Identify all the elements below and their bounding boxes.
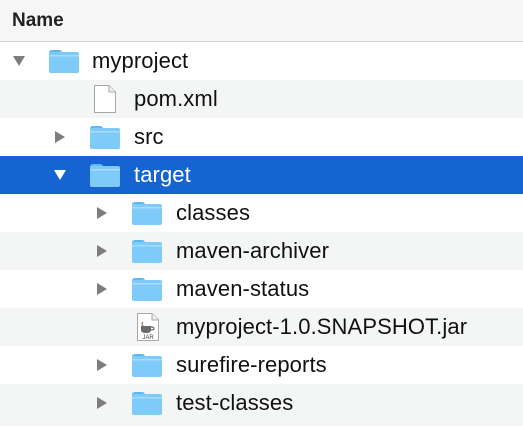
disclosure-triangle-expanded-icon[interactable] (12, 54, 26, 68)
tree-row-label: pom.xml (134, 86, 218, 111)
tree-row-label: surefire-reports (176, 352, 327, 377)
disclosure-triangle-collapsed-icon[interactable] (95, 282, 109, 296)
folder-icon (48, 48, 80, 80)
folder-icon (131, 238, 163, 270)
disclosure-triangle-collapsed-icon[interactable] (95, 206, 109, 220)
tree-row-label: myproject (92, 48, 189, 73)
disclosure-triangle-collapsed-icon[interactable] (95, 396, 109, 410)
tree-row-maven-status[interactable]: maven-status (0, 270, 523, 308)
tree-row-pom-xml[interactable]: pom.xml (0, 80, 523, 118)
bottom-edge (0, 422, 523, 426)
disclosure-triangle-collapsed-icon[interactable] (95, 358, 109, 372)
folder-icon (131, 276, 163, 308)
tree-row-label: target (134, 162, 191, 187)
tree-row-label: myproject-1.0.SNAPSHOT.jar (176, 314, 468, 339)
tree-row-label: classes (176, 200, 251, 225)
tree-row-target[interactable]: target (0, 156, 523, 194)
folder-icon (131, 200, 163, 232)
disclosure-triangle-collapsed-icon[interactable] (95, 244, 109, 258)
tree-row-src[interactable]: src (0, 118, 523, 156)
tree-row-classes[interactable]: classes (0, 194, 523, 232)
file-tree: myproject pom.xml src target classes mav… (0, 42, 523, 426)
svg-text:JAR: JAR (142, 335, 154, 341)
folder-icon (89, 124, 121, 156)
tree-row-jar-file[interactable]: JAR myproject-1.0.SNAPSHOT.jar (0, 308, 523, 346)
tree-row-surefire-reports[interactable]: surefire-reports (0, 346, 523, 384)
folder-icon (131, 352, 163, 384)
tree-row-test-classes[interactable]: test-classes (0, 384, 523, 422)
tree-row-label: src (134, 124, 164, 149)
folder-icon (131, 390, 163, 422)
tree-row-maven-archiver[interactable]: maven-archiver (0, 232, 523, 270)
tree-row-label: maven-status (176, 276, 310, 301)
column-header-name[interactable]: Name (0, 0, 523, 42)
tree-row-label: test-classes (176, 390, 294, 415)
column-header-label: Name (12, 9, 64, 31)
disclosure-triangle-collapsed-icon[interactable] (53, 130, 67, 144)
tree-row-label: maven-archiver (176, 238, 330, 263)
jar-file-icon: JAR (136, 312, 160, 348)
tree-row-myproject[interactable]: myproject (0, 42, 523, 80)
disclosure-triangle-expanded-icon[interactable] (53, 168, 67, 182)
document-icon (93, 84, 117, 120)
folder-icon (89, 162, 121, 194)
